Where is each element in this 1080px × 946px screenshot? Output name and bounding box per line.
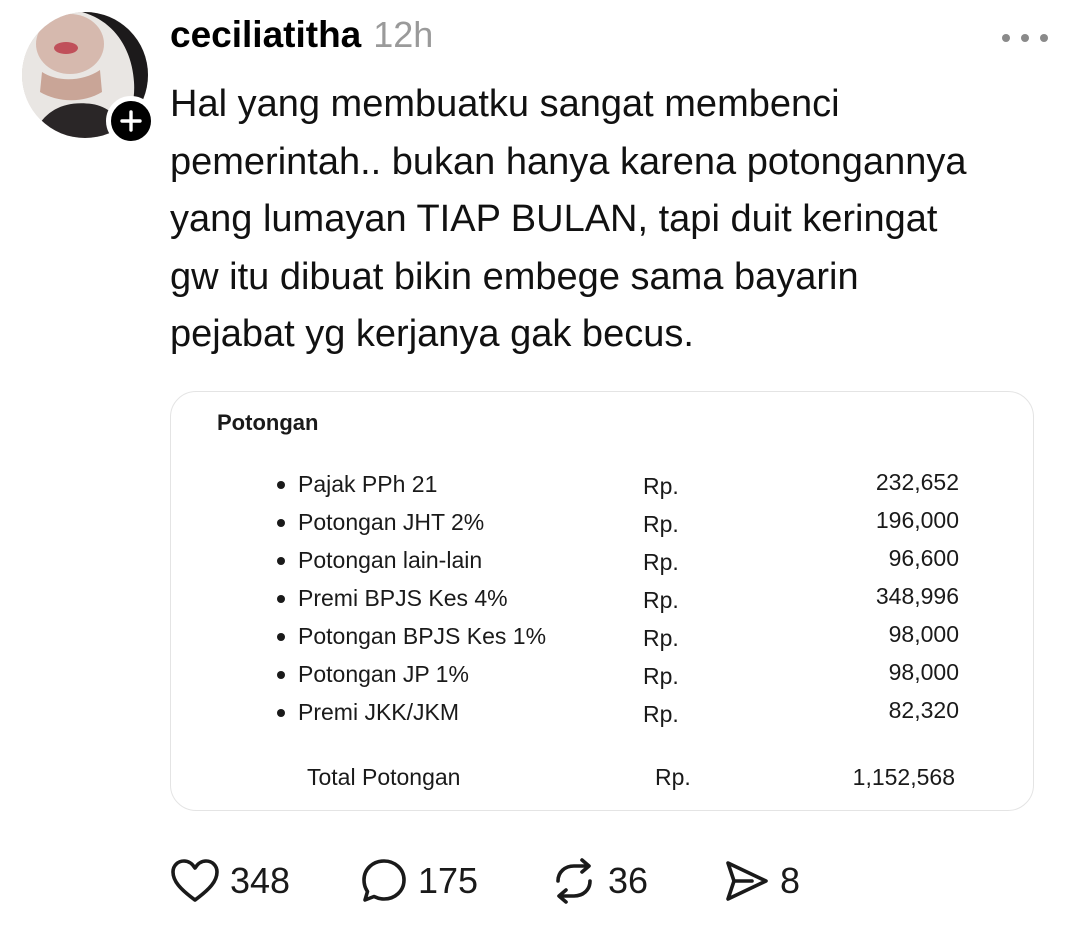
share-count: 8	[780, 860, 801, 901]
deduction-label: Potongan JHT 2%	[298, 509, 485, 535]
deduction-row: Potongan lain-lain Rp. 96,600	[171, 545, 1033, 577]
deduction-label: Potongan BPJS Kes 1%	[298, 623, 547, 649]
deduction-label: Potongan JP 1%	[298, 661, 469, 687]
deduction-currency: Rp.	[643, 663, 679, 689]
deduction-label: Premi BPJS Kes 4%	[298, 585, 508, 611]
deduction-amount: 348,996	[875, 583, 959, 609]
deduction-label: Potongan lain-lain	[298, 547, 483, 573]
repost-arrows-icon	[556, 858, 592, 904]
deduction-label: Premi JKK/JKM	[298, 699, 460, 725]
post-text-line: pejabat yg kerjanya gak becus.	[170, 313, 694, 355]
deduction-row: Potongan BPJS Kes 1% Rp. 98,000	[171, 621, 1033, 653]
post-text: Hal yang membuatku sangat membenci pemer…	[170, 76, 1050, 364]
deduction-title: Potongan	[217, 410, 319, 435]
deduction-currency: Rp.	[643, 511, 679, 537]
share-button[interactable]: 8	[722, 856, 800, 906]
more-dots-icon	[1040, 34, 1048, 42]
post-text-line: gw itu dibuat bikin embege sama bayarin	[170, 255, 859, 298]
deduction-currency: Rp.	[643, 473, 679, 499]
deduction-currency: Rp.	[643, 625, 679, 651]
plus-icon	[120, 110, 142, 132]
deduction-amount: 232,652	[875, 469, 959, 495]
total-currency: Rp.	[655, 764, 691, 790]
more-dots-icon	[1021, 34, 1029, 42]
speech-bubble-icon	[362, 859, 406, 902]
send-icon	[726, 861, 768, 901]
total-row: Total Potongan Rp. 1,152,568	[171, 762, 1033, 796]
more-dots-icon	[1002, 34, 1010, 42]
deduction-label: Pajak PPh 21	[298, 471, 438, 497]
reply-count: 175	[418, 860, 479, 901]
deduction-row: Pajak PPh 21 Rp. 232,652	[171, 469, 1033, 501]
bullet-icon	[277, 557, 285, 565]
like-button[interactable]: 348	[170, 856, 290, 906]
username[interactable]: ceciliatitha	[170, 14, 361, 56]
deduction-amount: 98,000	[888, 621, 959, 647]
deduction-currency: Rp.	[643, 701, 679, 727]
timestamp: 12h	[373, 14, 434, 55]
heart-icon	[171, 859, 219, 902]
post-text-line: yang lumayan TIAP BULAN, tapi duit kerin…	[170, 198, 938, 240]
more-options-button[interactable]	[1002, 26, 1048, 50]
repost-count: 36	[608, 860, 649, 901]
follow-button[interactable]	[106, 96, 156, 146]
post-image[interactable]: Potongan Pajak PPh 21 Rp. 232,652 Potong…	[170, 391, 1034, 811]
repost-button[interactable]: 36	[550, 856, 648, 906]
bullet-icon	[277, 709, 285, 717]
deduction-row: Potongan JP 1% Rp. 98,000	[171, 659, 1033, 691]
deduction-row: Potongan JHT 2% Rp. 196,000	[171, 507, 1033, 539]
total-label: Total Potongan	[307, 764, 461, 790]
deduction-currency: Rp.	[643, 549, 679, 575]
bullet-icon	[277, 671, 285, 679]
post-header: ceciliatitha 12h	[170, 14, 433, 64]
total-amount: 1,152,568	[852, 764, 955, 790]
like-count: 348	[230, 860, 291, 901]
post-text-line: pemerintah.. bukan hanya karena potongan…	[170, 140, 967, 183]
post-text-line: Hal yang membuatku sangat membenci	[170, 83, 840, 125]
bullet-icon	[277, 519, 285, 527]
deduction-amount: 82,320	[888, 697, 959, 723]
deduction-row: Premi JKK/JKM Rp. 82,320	[171, 697, 1033, 729]
deduction-amount: 98,000	[888, 659, 959, 685]
deduction-amount: 196,000	[875, 507, 959, 533]
reply-button[interactable]: 175	[360, 856, 478, 906]
deduction-currency: Rp.	[643, 587, 679, 613]
post-actions: 348 175 36 8	[170, 856, 870, 906]
deduction-amount: 96,600	[888, 545, 959, 571]
bullet-icon	[277, 633, 285, 641]
avatar-container[interactable]	[22, 12, 156, 146]
bullet-icon	[277, 595, 285, 603]
deduction-row: Premi BPJS Kes 4% Rp. 348,996	[171, 583, 1033, 615]
bullet-icon	[277, 481, 285, 489]
